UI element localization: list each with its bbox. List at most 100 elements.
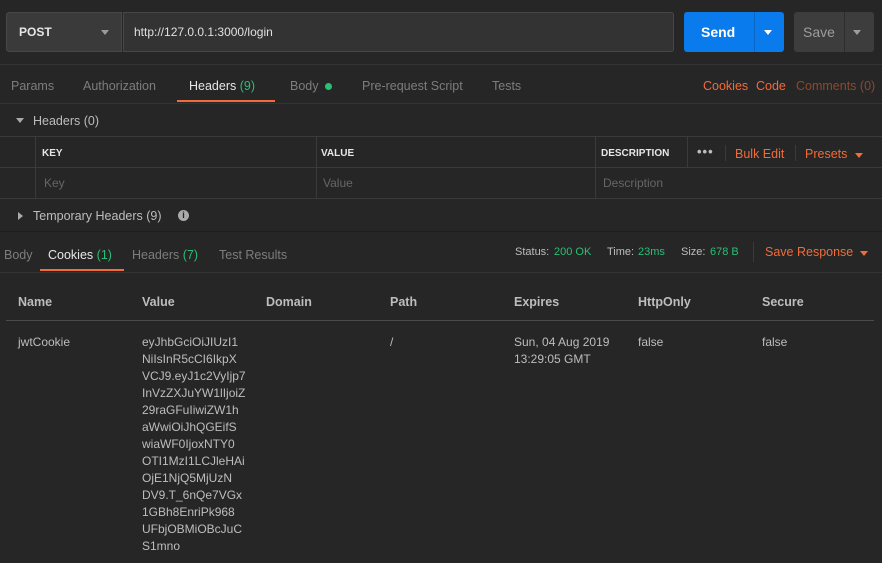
cookie-value: eyJhbGciOiJIUzI1 NiIsInR5cCI6IkpX VCJ9.e… xyxy=(142,334,252,555)
tab-headers-count: (9) xyxy=(239,79,256,93)
response-tab-cookies[interactable]: Cookies (1) xyxy=(48,248,112,262)
url-input[interactable]: http://127.0.0.1:3000/login xyxy=(123,12,674,52)
divider xyxy=(0,272,882,273)
send-options-chevron-icon[interactable] xyxy=(764,30,772,35)
tab-authorization[interactable]: Authorization xyxy=(83,79,156,93)
divider xyxy=(0,103,882,104)
headers-section-title[interactable]: Headers (0) xyxy=(33,114,99,128)
method-label: POST xyxy=(19,25,52,39)
cookies-col-httponly: HttpOnly xyxy=(638,295,691,309)
cookie-name: jwtCookie xyxy=(18,335,71,349)
key-input[interactable]: Key xyxy=(44,176,65,190)
save-label: Save xyxy=(803,24,835,40)
presets-dropdown[interactable]: Presets xyxy=(805,147,847,161)
tab-headers-label: Headers xyxy=(189,79,237,93)
cookie-httponly: false xyxy=(638,335,664,349)
body-indicator-dot xyxy=(325,83,332,90)
divider xyxy=(0,64,882,65)
method-select[interactable]: POST xyxy=(6,12,122,52)
cookie-value-line: wiaWF0IjoxNTY0 xyxy=(142,437,235,451)
cookie-path: / xyxy=(390,335,394,349)
column-divider xyxy=(687,137,688,167)
cookie-value-line: eyJhbGciOiJIUzI1 xyxy=(142,335,239,349)
tab-params[interactable]: Params xyxy=(11,79,54,93)
response-tab-headers-label: Headers xyxy=(132,248,180,262)
save-response-chevron-icon[interactable] xyxy=(860,251,868,256)
size-value: 678 B xyxy=(710,246,739,258)
response-tab-headers-count: (7) xyxy=(182,248,199,262)
description-input[interactable]: Description xyxy=(603,176,663,190)
chevron-down-icon xyxy=(101,30,109,35)
temporary-headers-toggle[interactable]: Temporary Headers (9) xyxy=(33,209,162,223)
code-link[interactable]: Code xyxy=(756,79,786,93)
cookie-value-line: S1mno xyxy=(142,539,181,553)
cookie-value-line: OTI1MzI1LCJleHAi xyxy=(142,454,245,468)
send-label: Send xyxy=(701,24,736,40)
info-icon[interactable]: i xyxy=(178,210,189,221)
save-divider xyxy=(844,12,845,52)
column-divider xyxy=(595,137,596,198)
column-header-value: VALUE xyxy=(321,148,355,159)
more-options-icon[interactable]: ••• xyxy=(697,144,714,159)
cookie-value-line: DV9.T_6nQe7VGx xyxy=(142,488,243,502)
save-options-chevron-icon[interactable] xyxy=(853,30,861,35)
tab-prerequest-script[interactable]: Pre-request Script xyxy=(362,79,463,93)
divider xyxy=(0,231,882,232)
cookies-col-name: Name xyxy=(18,295,53,309)
tab-tests[interactable]: Tests xyxy=(492,79,521,93)
table-header-border xyxy=(6,320,874,321)
table-border xyxy=(0,198,882,199)
size-label: Size: xyxy=(681,246,706,258)
active-tab-underline xyxy=(177,100,275,102)
column-divider xyxy=(753,242,754,262)
caret-down-icon[interactable] xyxy=(16,118,24,123)
tab-headers[interactable]: Headers (9) xyxy=(189,79,255,93)
column-divider xyxy=(35,137,36,198)
column-header-key: KEY xyxy=(42,148,63,159)
response-tab-test-results[interactable]: Test Results xyxy=(219,248,287,262)
time-value: 23ms xyxy=(638,246,665,258)
tab-body[interactable]: Body xyxy=(290,79,319,93)
cookie-expires-time: 13:29:05 GMT xyxy=(514,352,591,366)
url-value: http://127.0.0.1:3000/login xyxy=(134,25,273,39)
cookies-col-domain: Domain xyxy=(266,295,312,309)
column-divider xyxy=(795,145,796,161)
column-header-description: DESCRIPTION xyxy=(601,148,670,159)
column-divider xyxy=(316,137,317,198)
cookie-value-line: aWwiOiJhQGEifS xyxy=(142,420,237,434)
table-border xyxy=(0,136,882,137)
cookie-value-line: VCJ9.eyJ1c2VyIjp7 xyxy=(142,369,246,383)
presets-chevron-icon[interactable] xyxy=(855,153,863,158)
caret-right-icon[interactable] xyxy=(18,212,23,220)
cookie-value-line: NiIsInR5cCI6IkpX xyxy=(142,352,237,366)
cookies-col-secure: Secure xyxy=(762,295,804,309)
cookie-value-line: InVzZXJuYW1lIjoiZ xyxy=(142,386,246,400)
bulk-edit-link[interactable]: Bulk Edit xyxy=(735,147,784,161)
value-input[interactable]: Value xyxy=(323,176,353,190)
cookie-value-line: 29raGFuIiwiZW1h xyxy=(142,403,239,417)
send-divider xyxy=(754,12,755,52)
active-response-tab-underline xyxy=(40,269,124,271)
send-button[interactable]: Send xyxy=(684,12,784,52)
save-button[interactable]: Save xyxy=(794,12,874,52)
status-label: Status: xyxy=(515,246,550,258)
response-tab-cookies-count: (1) xyxy=(96,248,112,262)
response-tab-cookies-label: Cookies xyxy=(48,248,94,262)
cookie-expires-date: Sun, 04 Aug 2019 xyxy=(514,335,610,349)
cookie-secure: false xyxy=(762,335,788,349)
cookie-expires: Sun, 04 Aug 2019 13:29:05 GMT xyxy=(514,334,624,368)
cookie-value-line: 1GBh8EnriPk968 xyxy=(142,505,235,519)
table-border xyxy=(0,167,882,168)
cookie-value-line: OjE1NjQ5MjUzN xyxy=(142,471,233,485)
cookies-col-expires: Expires xyxy=(514,295,560,309)
cookies-col-value: Value xyxy=(142,295,175,309)
response-tab-body[interactable]: Body xyxy=(4,248,33,262)
time-label: Time: xyxy=(607,246,635,258)
save-response-dropdown[interactable]: Save Response xyxy=(765,245,853,259)
comments-link[interactable]: Comments (0) xyxy=(796,79,875,93)
status-value: 200 OK xyxy=(554,246,592,258)
column-divider xyxy=(725,145,726,161)
cookies-col-path: Path xyxy=(390,295,418,309)
cookies-link[interactable]: Cookies xyxy=(703,79,748,93)
response-tab-headers[interactable]: Headers (7) xyxy=(132,248,198,262)
